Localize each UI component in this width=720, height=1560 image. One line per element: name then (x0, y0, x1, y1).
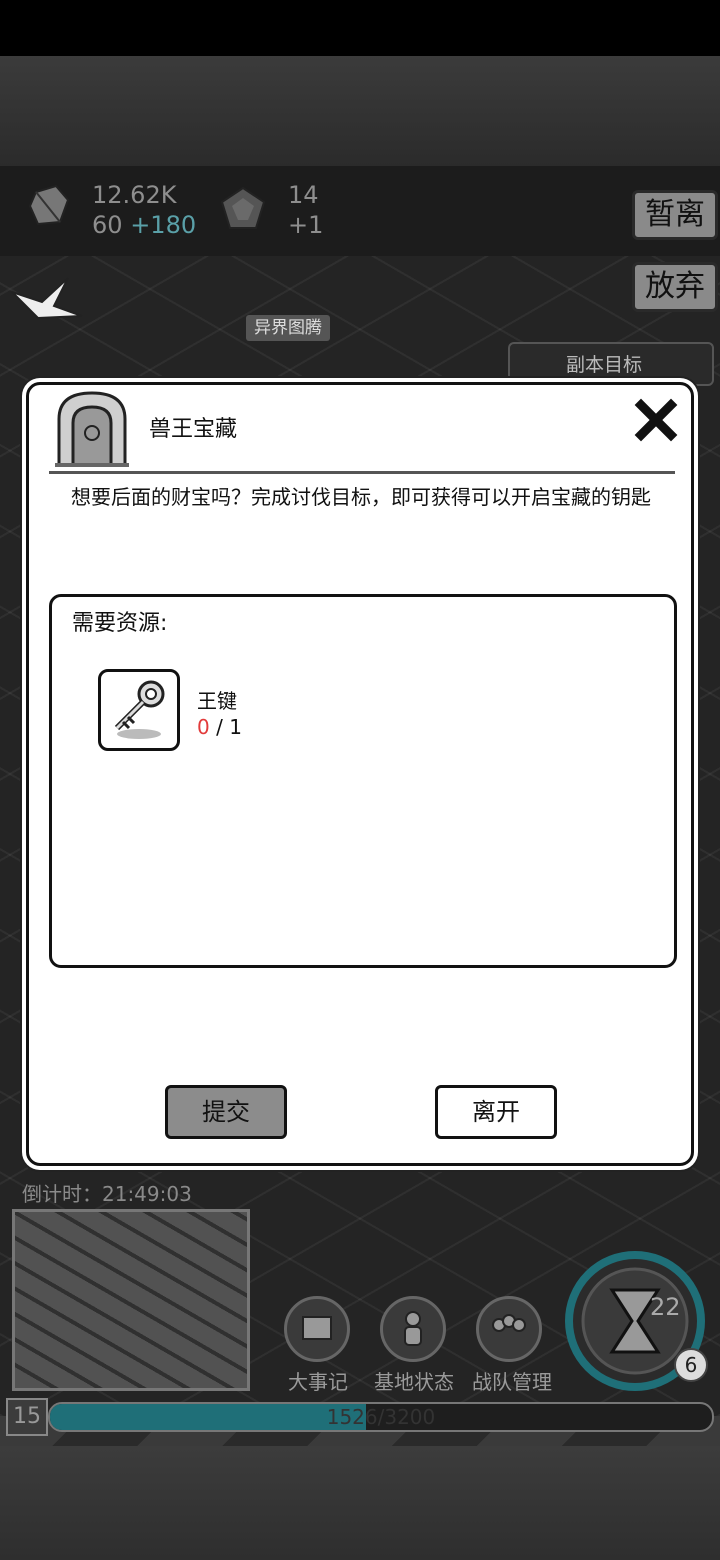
person-icon (404, 1311, 422, 1346)
team-manage-label: 战队管理 (472, 1370, 552, 1394)
leave-button[interactable]: 离开 (435, 1085, 557, 1139)
status-bar-area (0, 0, 720, 56)
dialog-title: 兽王宝藏 (149, 417, 238, 442)
paper-crane-icon[interactable] (8, 272, 86, 330)
countdown-timer: 倒计时：21:49:03 (22, 1182, 192, 1206)
dungeon-goal-panel[interactable]: 副本目标 (508, 342, 714, 386)
minimap[interactable] (12, 1209, 250, 1391)
key-icon (114, 680, 165, 739)
required-resources-title: 需要资源: (72, 611, 168, 636)
goal-panel-label: 副本目标 (566, 354, 643, 376)
dialog-header: 兽王宝藏 (29, 385, 691, 475)
totem-label: 异界图腾 (246, 315, 330, 341)
time-value: 22 (650, 1293, 681, 1321)
dialog-description: 想要后面的财宝吗？完成讨伐目标，即可获得可以开启宝藏的钥匙 (71, 485, 651, 509)
item-have: 0 (197, 715, 210, 739)
resource-bar: 12.62K 60 +180 14 +1 (0, 166, 720, 256)
gems-total: 14 (288, 181, 319, 209)
scroll-icon (302, 1316, 332, 1340)
key-item-slot[interactable] (98, 669, 180, 751)
base-status-label: 基地状态 (374, 1370, 454, 1394)
chronicle-button[interactable] (284, 1296, 350, 1362)
minimap-grid (15, 1212, 247, 1388)
crystals-bonus: +180 (130, 211, 197, 239)
count-badge: 6 (674, 1348, 708, 1382)
pause-button[interactable]: 暂离 (632, 190, 718, 240)
team-manage-button[interactable] (476, 1296, 542, 1362)
chronicle-label: 大事记 (288, 1370, 348, 1394)
close-icon[interactable] (633, 397, 679, 443)
item-need: 1 (229, 715, 242, 739)
level-indicator: 15 (6, 1398, 48, 1436)
header-divider (49, 471, 675, 474)
gem-icon (220, 186, 266, 229)
required-resources-panel: 需要资源: 王键 0 / 1 (49, 594, 677, 968)
submit-button[interactable]: 提交 (165, 1085, 287, 1139)
experience-text: 1526/3200 (326, 1405, 436, 1429)
item-separator: / (209, 715, 230, 739)
crystals-rate: 60 +180 (92, 210, 196, 240)
stone-door-icon (55, 391, 129, 467)
crystal-icon (28, 184, 70, 226)
experience-bar: 1526/3200 (48, 1402, 714, 1432)
treasure-dialog: 兽王宝藏 想要后面的财宝吗？完成讨伐目标，即可获得可以开启宝藏的钥匙 需要资源:… (26, 382, 694, 1166)
top-scenery (0, 56, 720, 166)
bottom-scenery (0, 1446, 720, 1560)
gems-bonus: +1 (288, 211, 324, 239)
item-count: 0 / 1 (197, 715, 242, 739)
crystals-total: 12.62K (92, 181, 177, 209)
base-status-button[interactable] (380, 1296, 446, 1362)
team-icon (492, 1314, 526, 1332)
crystals-rate-value: 60 (92, 211, 123, 239)
abandon-button[interactable]: 放弃 (632, 262, 718, 312)
item-name: 王键 (197, 689, 237, 713)
